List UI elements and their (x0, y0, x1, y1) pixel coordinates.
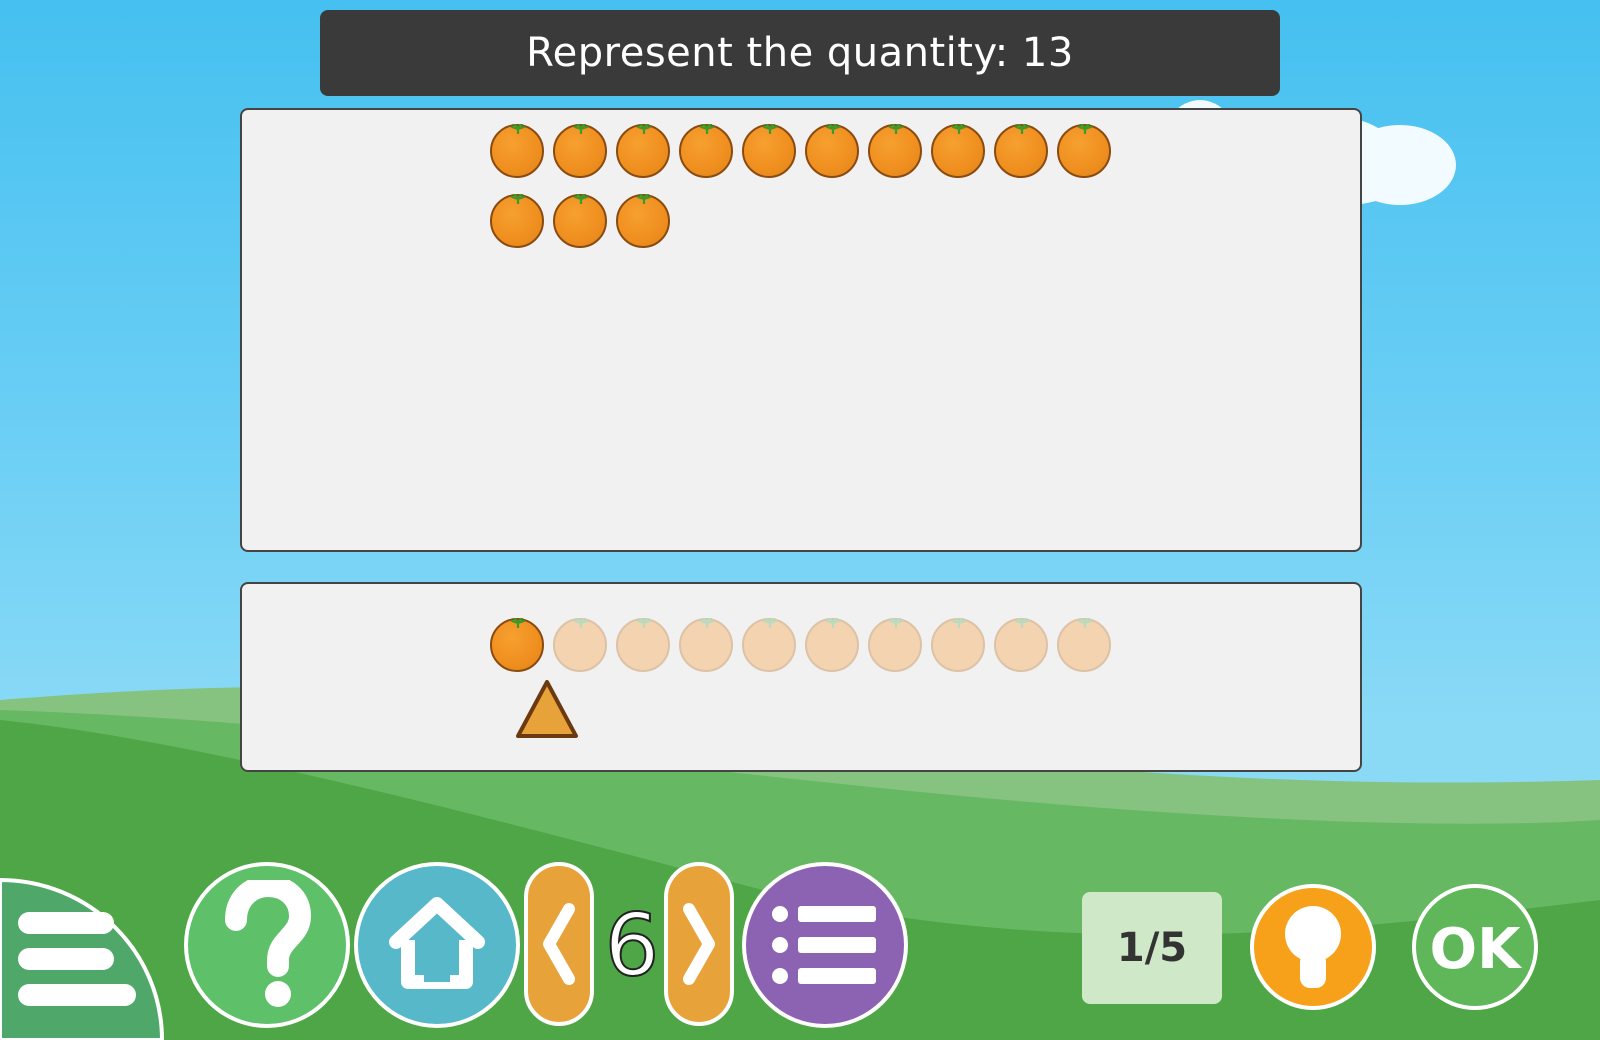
quantity-orange (679, 124, 733, 178)
level-number: 6 (604, 895, 661, 997)
menu-button[interactable] (0, 876, 164, 1040)
next-level-button[interactable] (664, 862, 734, 1026)
question-title: Represent the quantity: 13 (526, 30, 1074, 76)
quantity-orange (931, 124, 985, 178)
help-button[interactable] (184, 862, 350, 1028)
hint-button[interactable] (1250, 884, 1376, 1010)
selector-slot[interactable] (805, 618, 859, 672)
quantity-orange (994, 124, 1048, 178)
selector-slot[interactable] (553, 618, 607, 672)
svg-text:OK: OK (1430, 917, 1524, 982)
quantity-display-panel (240, 108, 1362, 552)
quantity-orange (1057, 124, 1111, 178)
quantity-orange (616, 124, 670, 178)
home-icon (389, 897, 485, 989)
chevron-left-icon (543, 903, 575, 985)
activity-list-button[interactable] (742, 862, 908, 1028)
selector-slot[interactable] (616, 618, 670, 672)
game-scene: Represent the quantity: 13 6 1/5 OK (0, 0, 1600, 1040)
slider-handle-icon[interactable] (514, 678, 580, 740)
selector-slot[interactable] (931, 618, 985, 672)
quantity-orange (868, 124, 922, 178)
question-title-bar: Represent the quantity: 13 (320, 10, 1280, 96)
question-mark-icon (225, 880, 312, 1007)
ok-label: OK (1430, 917, 1524, 982)
selector-slot[interactable] (994, 618, 1048, 672)
selector-slot[interactable] (679, 618, 733, 672)
selector-slot[interactable] (1057, 618, 1111, 672)
selector-slot[interactable] (868, 618, 922, 672)
quantity-orange (553, 124, 607, 178)
list-icon (772, 906, 876, 984)
home-button[interactable] (354, 862, 520, 1028)
selector-panel[interactable] (240, 582, 1362, 772)
quantity-orange (490, 194, 544, 248)
quantity-orange (742, 124, 796, 178)
lightbulb-icon (1285, 906, 1341, 988)
ok-button[interactable]: OK (1412, 884, 1538, 1010)
quantity-orange (553, 194, 607, 248)
selector-orange[interactable] (490, 618, 544, 672)
quantity-orange (805, 124, 859, 178)
progress-counter: 1/5 (1082, 892, 1222, 1004)
quantity-orange (616, 194, 670, 248)
quantity-orange (490, 124, 544, 178)
previous-level-button[interactable] (524, 862, 594, 1026)
chevron-right-icon (683, 903, 715, 985)
selector-slot[interactable] (742, 618, 796, 672)
